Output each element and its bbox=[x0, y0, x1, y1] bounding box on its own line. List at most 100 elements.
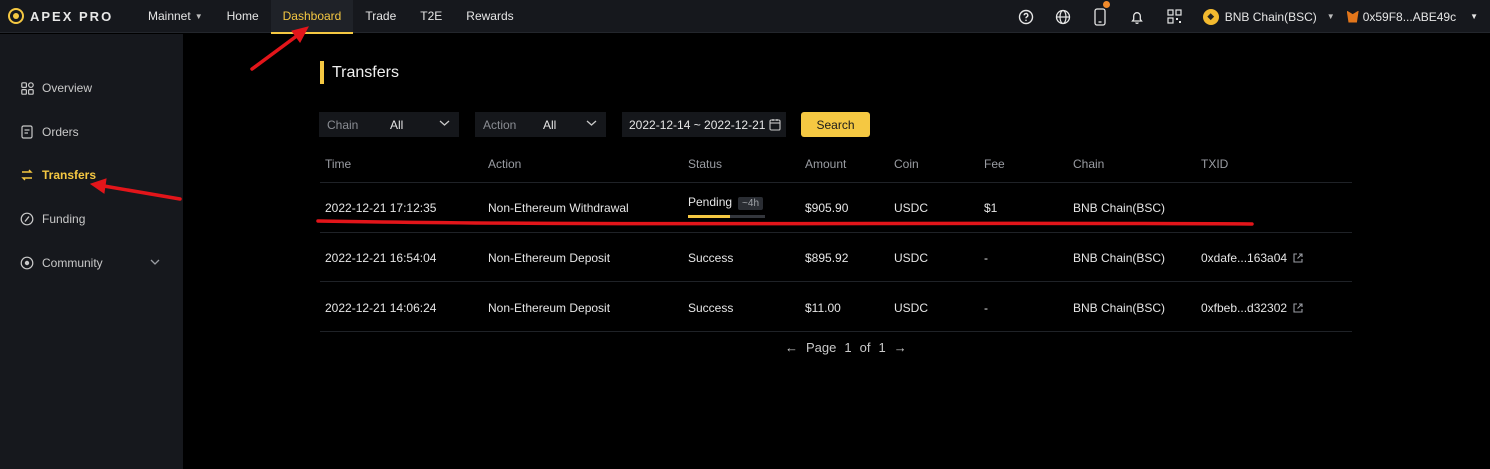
cell-time: 2022-12-21 16:54:04 bbox=[325, 251, 437, 265]
action-filter[interactable]: Action All bbox=[475, 112, 606, 137]
col-header-status: Status bbox=[688, 157, 723, 171]
cell-action: Non-Ethereum Deposit bbox=[488, 251, 611, 265]
cell-action: Non-Ethereum Withdrawal bbox=[488, 201, 629, 215]
qr-button[interactable] bbox=[1156, 0, 1193, 33]
funding-icon bbox=[20, 212, 34, 226]
col-header-fee: Fee bbox=[984, 157, 1005, 171]
status-text: Pending bbox=[688, 195, 733, 209]
sidebar-item-funding[interactable]: Funding bbox=[20, 212, 160, 226]
cell-coin: USDC bbox=[894, 201, 929, 215]
network-selector[interactable]: Mainnet ▼ bbox=[136, 0, 215, 33]
qr-code-icon bbox=[1167, 9, 1182, 24]
date-range-picker[interactable]: 2022-12-14 ~ 2022-12-21 bbox=[622, 112, 786, 137]
cell-action: Non-Ethereum Deposit bbox=[488, 301, 611, 315]
nav-home[interactable]: Home bbox=[215, 0, 271, 33]
sidebar-item-label: Orders bbox=[42, 125, 79, 139]
metamask-icon bbox=[1346, 10, 1359, 23]
cell-txid-link[interactable]: 0xdafe...163a04 bbox=[1201, 251, 1303, 265]
col-header-amount: Amount bbox=[805, 157, 847, 171]
chevron-down-icon bbox=[586, 120, 597, 126]
row-divider bbox=[320, 281, 1352, 282]
sidebar-item-label: Transfers bbox=[42, 168, 97, 182]
action-filter-value: All bbox=[543, 117, 557, 132]
cell-fee: - bbox=[984, 301, 988, 315]
row-divider bbox=[320, 232, 1352, 233]
title-accent-bar bbox=[320, 61, 324, 84]
calendar-icon bbox=[769, 119, 781, 131]
caret-down-icon: ▼ bbox=[1326, 12, 1335, 21]
eta-badge: ~4h bbox=[738, 197, 764, 210]
progress-fill bbox=[688, 215, 731, 218]
col-header-time: Time bbox=[325, 157, 352, 171]
page-header: Transfers bbox=[320, 61, 399, 84]
nav-t2e[interactable]: T2E bbox=[408, 0, 454, 33]
cell-fee: $1 bbox=[984, 201, 998, 215]
col-header-chain: Chain bbox=[1073, 157, 1105, 171]
nav-dashboard[interactable]: Dashboard bbox=[270, 0, 354, 34]
cell-coin: USDC bbox=[894, 251, 929, 265]
next-page-arrow-icon[interactable]: → bbox=[894, 340, 907, 355]
chain-filter[interactable]: Chain All bbox=[319, 112, 459, 137]
sidebar-item-label: Overview bbox=[42, 81, 93, 95]
cell-chain: BNB Chain(BSC) bbox=[1073, 201, 1166, 215]
cell-amount: $895.92 bbox=[805, 251, 849, 265]
date-range-value: 2022-12-14 ~ 2022-12-21 bbox=[629, 117, 766, 132]
col-header-action: Action bbox=[488, 157, 522, 171]
nav-rewards[interactable]: Rewards bbox=[454, 0, 525, 33]
row-divider bbox=[320, 182, 1352, 183]
community-icon bbox=[20, 256, 34, 270]
cell-chain: BNB Chain(BSC) bbox=[1073, 301, 1166, 315]
chevron-down-icon bbox=[439, 120, 450, 126]
external-link-icon[interactable] bbox=[1293, 303, 1303, 313]
chain-filter-value: All bbox=[390, 117, 404, 132]
help-icon bbox=[1019, 9, 1034, 24]
row-divider bbox=[320, 331, 1352, 332]
cell-coin: USDC bbox=[894, 301, 929, 315]
sidebar-item-label: Community bbox=[42, 256, 103, 270]
sidebar-item-community[interactable]: Community bbox=[20, 256, 160, 270]
logo-text: APEX PRO bbox=[30, 8, 114, 24]
bell-icon bbox=[1131, 11, 1144, 24]
logo[interactable]: APEX PRO bbox=[8, 8, 136, 24]
caret-down-icon: ▼ bbox=[194, 11, 203, 21]
notification-dot bbox=[1102, 1, 1110, 8]
prev-page-arrow-icon[interactable]: ← bbox=[785, 340, 798, 355]
cell-amount: $905.90 bbox=[805, 201, 849, 215]
document-icon bbox=[20, 125, 34, 139]
search-button[interactable]: Search bbox=[801, 112, 870, 137]
nav-trade[interactable]: Trade bbox=[353, 0, 408, 33]
phone-icon bbox=[1094, 7, 1106, 26]
cell-status: Success bbox=[688, 301, 734, 315]
mobile-app-button[interactable] bbox=[1082, 0, 1119, 33]
notifications-button[interactable] bbox=[1119, 0, 1156, 33]
col-header-coin: Coin bbox=[894, 157, 919, 171]
bnb-coin-icon: ◆ bbox=[1202, 8, 1219, 25]
sidebar-item-transfers[interactable]: Transfers bbox=[20, 168, 160, 182]
sidebar-item-overview[interactable]: Overview bbox=[20, 81, 160, 95]
chevron-down-icon bbox=[150, 259, 160, 265]
cell-fee: - bbox=[984, 251, 988, 265]
top-navbar: APEX PRO Mainnet ▼ Home Dashboard Trade … bbox=[0, 0, 1490, 34]
chain-selector[interactable]: ◆ BNB Chain(BSC) ▼ bbox=[1202, 8, 1335, 25]
annotation-underline bbox=[316, 219, 1254, 226]
sidebar-item-orders[interactable]: Orders bbox=[20, 125, 160, 139]
cell-time: 2022-12-21 17:12:35 bbox=[325, 201, 437, 215]
total-pages: 1 bbox=[878, 340, 886, 355]
network-label: Mainnet bbox=[148, 9, 191, 23]
language-button[interactable] bbox=[1045, 0, 1082, 33]
external-link-icon[interactable] bbox=[1293, 253, 1303, 263]
caret-down-icon: ▼ bbox=[1470, 12, 1478, 21]
page-prefix: Page bbox=[806, 340, 837, 355]
cell-status: Success bbox=[688, 251, 734, 265]
cell-txid-link[interactable]: 0xfbeb...d32302 bbox=[1201, 301, 1303, 315]
transfer-icon bbox=[20, 168, 34, 182]
sidebar-item-label: Funding bbox=[42, 212, 86, 226]
chain-filter-label: Chain bbox=[327, 117, 359, 132]
chain-label: BNB Chain(BSC) bbox=[1224, 9, 1317, 24]
apex-logo-icon bbox=[8, 8, 24, 24]
help-button[interactable] bbox=[1008, 0, 1045, 33]
col-header-txid: TXID bbox=[1201, 157, 1229, 171]
cell-amount: $11.00 bbox=[805, 301, 841, 315]
cell-chain: BNB Chain(BSC) bbox=[1073, 251, 1166, 265]
wallet-button[interactable]: 0x59F8...ABE49c ▼ bbox=[1346, 10, 1478, 24]
